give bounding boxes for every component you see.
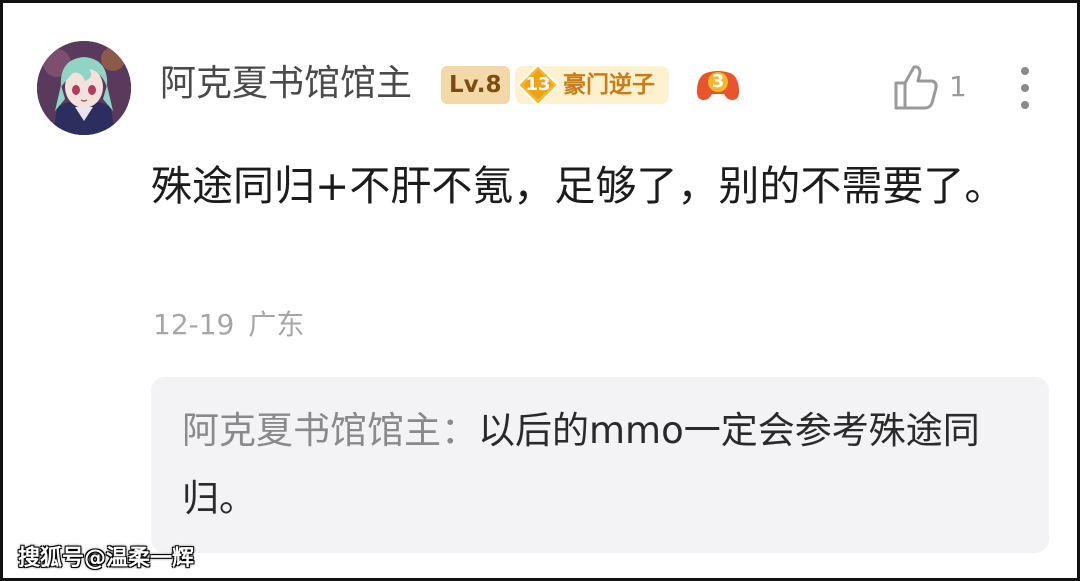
comment-body: 殊途同归+不肝不氪，足够了，别的不需要了。 [151, 162, 1006, 210]
user-avatar[interactable] [37, 41, 131, 135]
anime-character-avatar-icon [37, 41, 131, 135]
reply-author[interactable]: 阿克夏书馆馆主： [182, 409, 478, 452]
more-options-button[interactable] [1008, 65, 1042, 111]
like-count: 1 [949, 70, 967, 103]
title-badge-level: 13 [525, 74, 551, 95]
watermark: 搜狐号@温柔一辉 [18, 546, 195, 571]
vertical-ellipsis-icon [1021, 84, 1029, 92]
thumbs-up-icon [893, 63, 939, 111]
comment-location: 广东 [248, 308, 305, 341]
comment-date: 12-19 [153, 308, 235, 341]
game-badge-number: 3 [711, 71, 725, 92]
level-badge: Lv.8 [441, 66, 510, 104]
game-badge[interactable]: 3 [696, 67, 740, 103]
title-badge[interactable]: 13 豪门逆子 [515, 64, 669, 106]
comment-card: 阿克夏书馆馆主 Lv.8 13 豪门逆子 3 1 殊途同归+不肝不氪，足够了，别… [0, 0, 1080, 581]
vertical-ellipsis-icon [1021, 101, 1029, 109]
comment-username[interactable]: 阿克夏书馆馆主 [160, 61, 412, 107]
reply-preview[interactable]: 阿克夏书馆馆主：以后的mmo一定会参考殊途同归。 [151, 377, 1049, 553]
title-badge-label: 豪门逆子 [563, 72, 655, 98]
like-button[interactable]: 1 [891, 61, 971, 113]
reply-content: 阿克夏书馆馆主：以后的mmo一定会参考殊途同归。 [182, 397, 1022, 533]
comment-meta: 12-19 广东 [153, 306, 304, 344]
vertical-ellipsis-icon [1021, 67, 1029, 75]
